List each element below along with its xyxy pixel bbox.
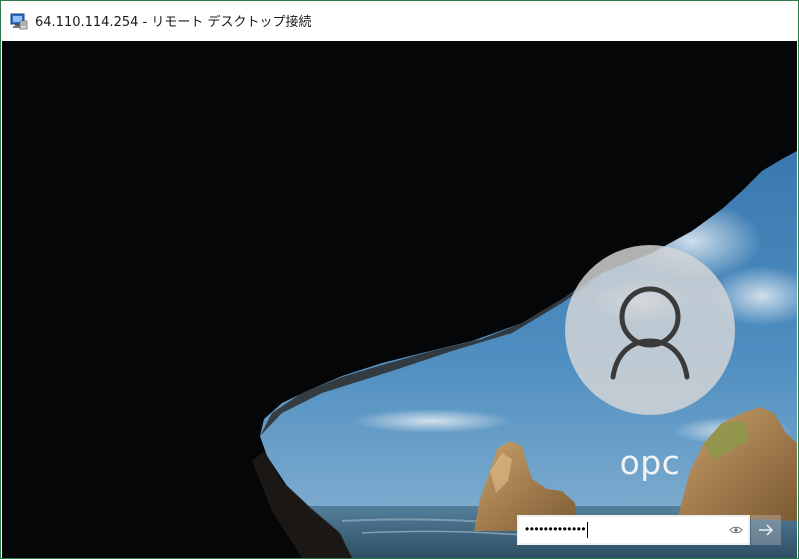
submit-button[interactable]	[751, 515, 781, 545]
eye-icon	[729, 526, 743, 534]
text-caret	[587, 522, 589, 538]
window-title: 64.110.114.254 - リモート デスクトップ接続	[35, 15, 312, 30]
password-input[interactable]: •••••••••••••	[519, 522, 724, 538]
user-icon	[610, 286, 690, 380]
password-masked-value: •••••••••••••	[525, 522, 587, 537]
title-bar[interactable]: 64.110.114.254 - リモート デスクトップ接続	[1, 1, 798, 40]
arrow-right-icon	[759, 524, 774, 536]
reveal-password-button[interactable]	[724, 517, 748, 543]
remote-desktop-window: 64.110.114.254 - リモート デスクトップ接続 opc •••••…	[0, 0, 799, 559]
password-field[interactable]: •••••••••••••	[517, 515, 750, 545]
user-avatar	[565, 245, 735, 415]
username-label: opc	[619, 443, 681, 482]
remote-desktop-icon	[10, 13, 28, 29]
remote-session-screen[interactable]: opc •••••••••••••	[2, 41, 797, 558]
